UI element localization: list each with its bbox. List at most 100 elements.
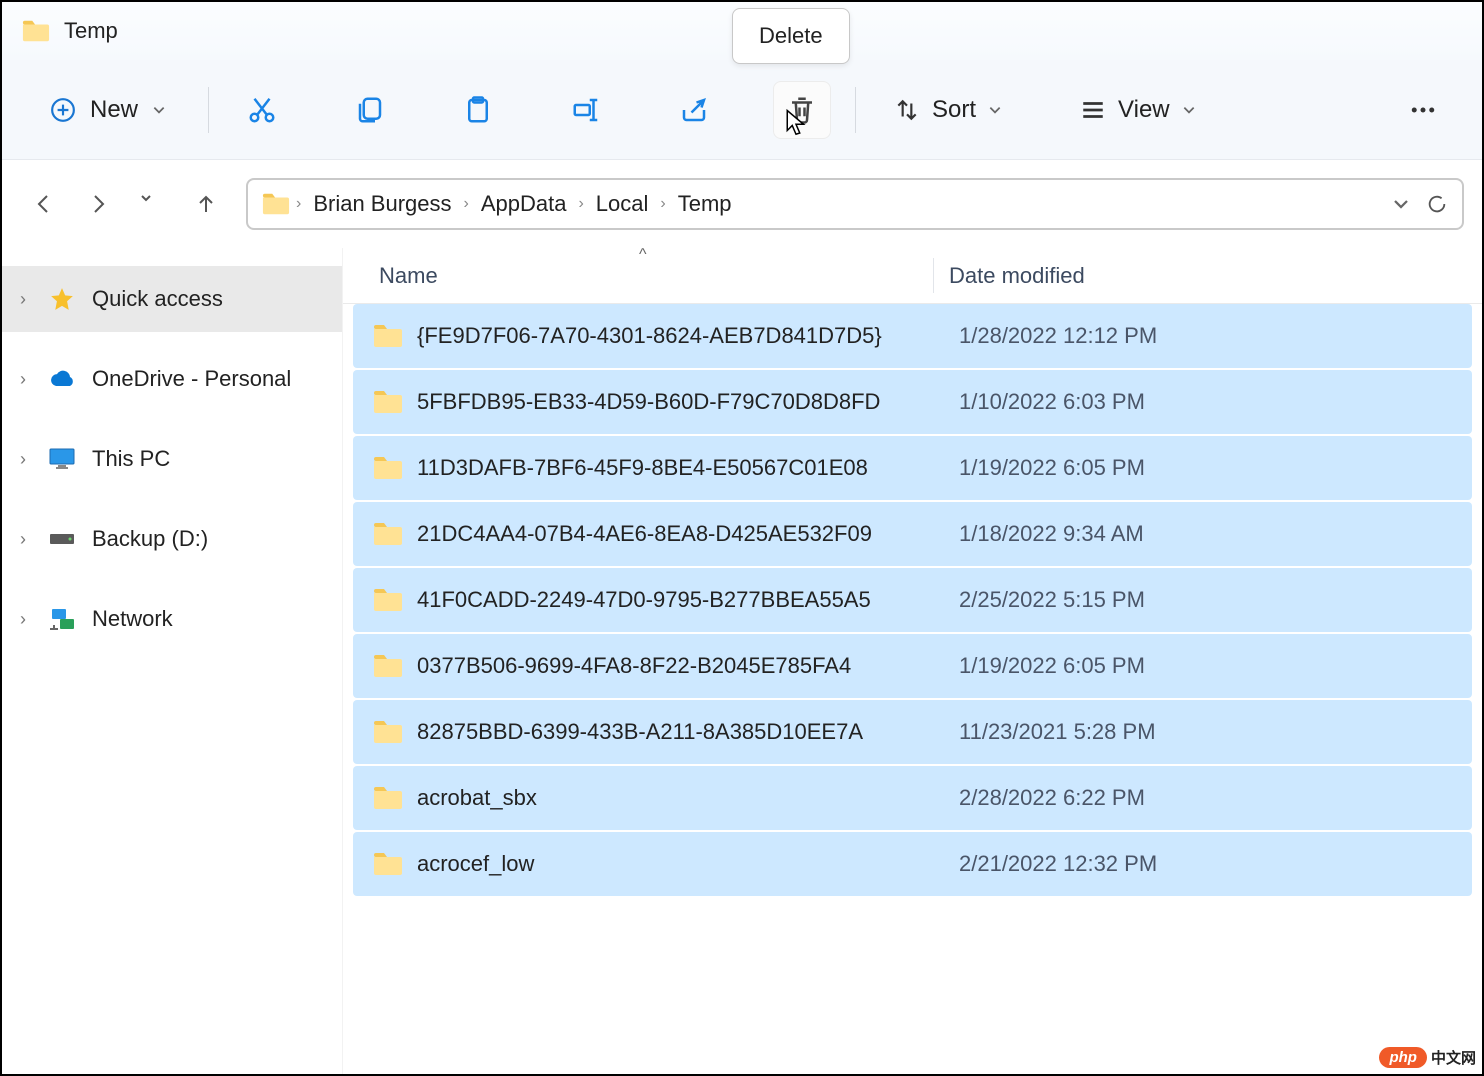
view-button-label: View xyxy=(1118,96,1170,124)
back-button[interactable] xyxy=(20,180,68,228)
monitor-icon xyxy=(46,443,78,475)
refresh-icon[interactable] xyxy=(1426,193,1448,215)
cloud-icon xyxy=(46,363,78,395)
file-row[interactable]: 0377B506-9699-4FA8-8F22-B2045E785FA41/19… xyxy=(353,634,1472,698)
column-header-date[interactable]: Date modified xyxy=(923,263,1085,289)
forward-button[interactable] xyxy=(74,180,122,228)
sort-icon xyxy=(894,97,920,123)
folder-icon xyxy=(22,19,50,43)
paste-button[interactable] xyxy=(449,81,507,139)
column-separator[interactable] xyxy=(933,258,934,293)
sidebar-item-label: Backup (D:) xyxy=(92,526,208,552)
recent-button[interactable] xyxy=(128,180,176,228)
rename-icon xyxy=(571,95,601,125)
folder-icon xyxy=(373,851,403,877)
new-button[interactable]: New xyxy=(32,86,184,134)
folder-icon xyxy=(373,587,403,613)
folder-icon xyxy=(373,323,403,349)
sort-ascending-icon: ^ xyxy=(639,246,647,264)
mouse-cursor xyxy=(782,108,810,143)
network-icon xyxy=(46,603,78,635)
file-date: 2/25/2022 5:15 PM xyxy=(933,587,1145,613)
window-title: Temp xyxy=(64,18,118,44)
sidebar-item-backup[interactable]: › Backup (D:) xyxy=(2,506,342,572)
sidebar-item-quick-access[interactable]: › Quick access xyxy=(2,266,342,332)
file-name: acrobat_sbx xyxy=(417,785,537,811)
breadcrumb-item[interactable]: Temp xyxy=(672,187,738,221)
chevron-down-icon xyxy=(988,103,1002,117)
file-name: 5FBFDB95-EB33-4D59-B60D-F79C70D8D8FD xyxy=(417,389,880,415)
copy-icon xyxy=(355,95,385,125)
folder-icon xyxy=(373,653,403,679)
toolbar-separator xyxy=(855,87,856,133)
watermark: php 中文网 xyxy=(1379,1047,1476,1068)
sidebar: › Quick access › OneDrive - Personal › T… xyxy=(2,248,342,1074)
star-icon xyxy=(46,283,78,315)
chevron-right-icon[interactable]: › xyxy=(14,369,32,390)
file-list: {FE9D7F06-7A70-4301-8624-AEB7D841D7D5}1/… xyxy=(343,304,1482,1074)
file-name: 11D3DAFB-7BF6-45F9-8BE4-E50567C01E08 xyxy=(417,455,868,481)
chevron-right-icon[interactable]: › xyxy=(578,195,583,213)
scissors-icon xyxy=(247,95,277,125)
file-row[interactable]: {FE9D7F06-7A70-4301-8624-AEB7D841D7D5}1/… xyxy=(353,304,1472,368)
folder-icon xyxy=(373,389,403,415)
sidebar-item-onedrive[interactable]: › OneDrive - Personal xyxy=(2,346,342,412)
chevron-right-icon[interactable]: › xyxy=(660,195,665,213)
column-headers: ^ Name Date modified xyxy=(343,248,1482,304)
sort-button[interactable]: Sort xyxy=(880,86,1016,134)
toolbar-separator xyxy=(208,87,209,133)
file-date: 2/21/2022 12:32 PM xyxy=(933,851,1157,877)
folder-icon xyxy=(373,521,403,547)
breadcrumb-item[interactable]: AppData xyxy=(475,187,573,221)
chevron-right-icon[interactable]: › xyxy=(296,195,301,213)
chevron-right-icon[interactable]: › xyxy=(464,195,469,213)
more-button[interactable] xyxy=(1394,81,1452,139)
cut-button[interactable] xyxy=(233,81,291,139)
file-name: 82875BBD-6399-433B-A211-8A385D10EE7A xyxy=(417,719,863,745)
breadcrumb-item[interactable]: Local xyxy=(590,187,655,221)
chevron-down-icon xyxy=(152,103,166,117)
delete-tooltip: Delete xyxy=(732,8,850,64)
sidebar-item-this-pc[interactable]: › This PC xyxy=(2,426,342,492)
sort-button-label: Sort xyxy=(932,96,976,124)
file-date: 2/28/2022 6:22 PM xyxy=(933,785,1145,811)
file-pane: ^ Name Date modified {FE9D7F06-7A70-4301… xyxy=(342,248,1482,1074)
share-icon xyxy=(679,95,709,125)
up-button[interactable] xyxy=(182,180,230,228)
file-name: acrocef_low xyxy=(417,851,534,877)
watermark-text: 中文网 xyxy=(1431,1047,1476,1068)
file-row[interactable]: 5FBFDB95-EB33-4D59-B60D-F79C70D8D8FD 1/10… xyxy=(353,370,1472,434)
address-bar[interactable]: › Brian Burgess › AppData › Local › Temp xyxy=(246,178,1464,230)
sidebar-item-network[interactable]: › Network xyxy=(2,586,342,652)
file-date: 1/28/2022 12:12 PM xyxy=(933,323,1157,349)
breadcrumb-item[interactable]: Brian Burgess xyxy=(307,187,457,221)
file-date: 1/10/2022 6:03 PM xyxy=(933,389,1145,415)
chevron-down-icon[interactable] xyxy=(1392,195,1410,213)
plus-circle-icon xyxy=(50,97,76,123)
file-name: 41F0CADD-2249-47D0-9795-B277BBEA55A5 xyxy=(417,587,871,613)
content-area: › Quick access › OneDrive - Personal › T… xyxy=(2,248,1482,1074)
chevron-right-icon[interactable]: › xyxy=(14,609,32,630)
view-button[interactable]: View xyxy=(1066,86,1210,134)
nav-row: › Brian Burgess › AppData › Local › Temp xyxy=(2,160,1482,248)
file-row[interactable]: 41F0CADD-2249-47D0-9795-B277BBEA55A5 2/25… xyxy=(353,568,1472,632)
copy-button[interactable] xyxy=(341,81,399,139)
rename-button[interactable] xyxy=(557,81,615,139)
file-name: 21DC4AA4-07B4-4AE6-8EA8-D425AE532F09 xyxy=(417,521,872,547)
chevron-right-icon[interactable]: › xyxy=(14,289,32,310)
file-row[interactable]: 11D3DAFB-7BF6-45F9-8BE4-E50567C01E08 1/19… xyxy=(353,436,1472,500)
chevron-right-icon[interactable]: › xyxy=(14,529,32,550)
new-button-label: New xyxy=(90,96,138,124)
file-date: 1/18/2022 9:34 AM xyxy=(933,521,1144,547)
file-row[interactable]: acrocef_low 2/21/2022 12:32 PM xyxy=(353,832,1472,896)
chevron-right-icon[interactable]: › xyxy=(14,449,32,470)
column-header-name[interactable]: Name xyxy=(343,263,923,289)
folder-icon xyxy=(373,785,403,811)
more-horizontal-icon xyxy=(1408,95,1438,125)
sidebar-item-label: OneDrive - Personal xyxy=(92,366,291,392)
file-row[interactable]: 82875BBD-6399-433B-A211-8A385D10EE7A11/2… xyxy=(353,700,1472,764)
file-date: 1/19/2022 6:05 PM xyxy=(933,455,1145,481)
share-button[interactable] xyxy=(665,81,723,139)
file-row[interactable]: acrobat_sbx 2/28/2022 6:22 PM xyxy=(353,766,1472,830)
file-row[interactable]: 21DC4AA4-07B4-4AE6-8EA8-D425AE532F09 1/18… xyxy=(353,502,1472,566)
